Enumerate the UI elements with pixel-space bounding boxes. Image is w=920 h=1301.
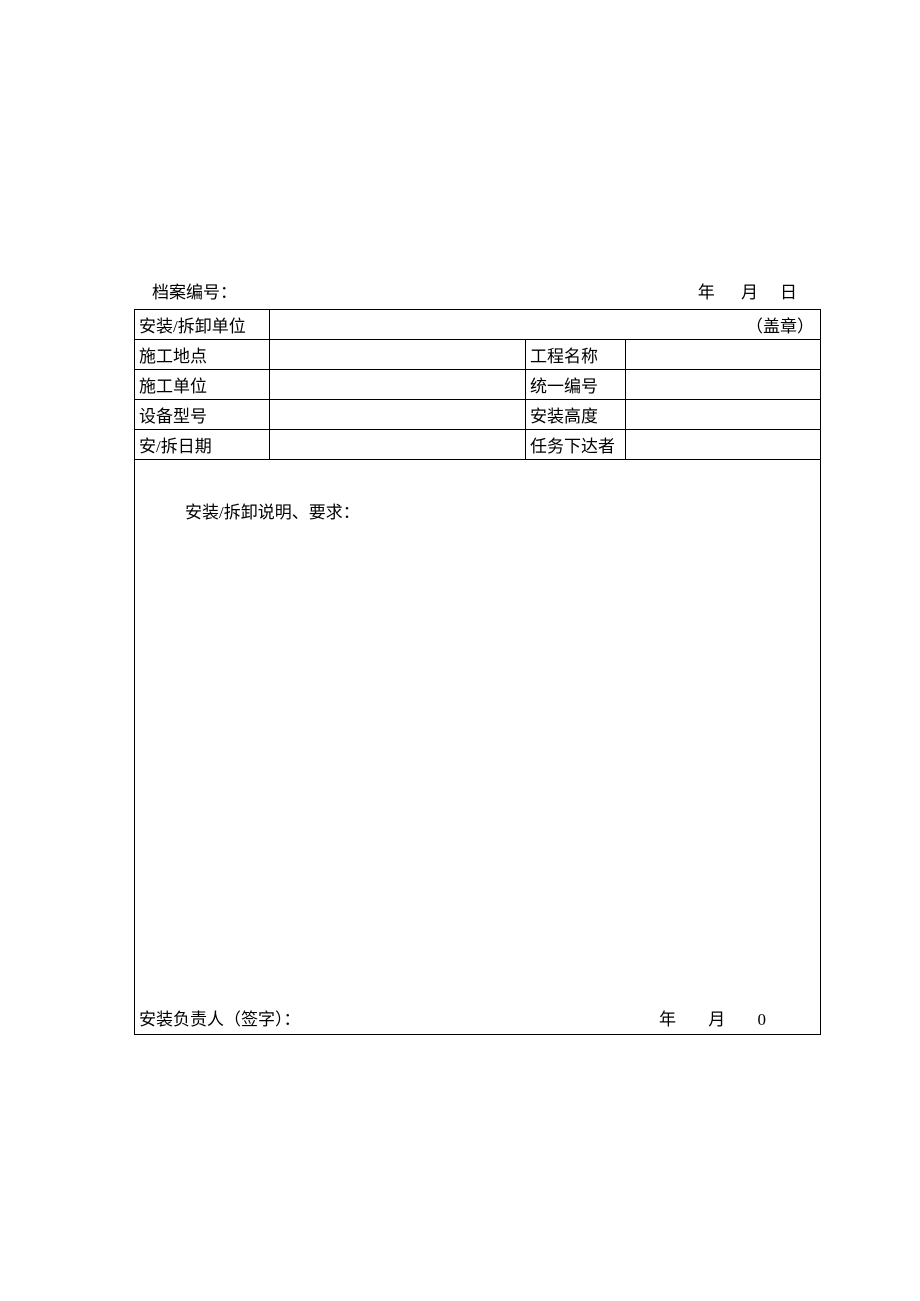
info-table: 安装/拆卸单位 （盖章） 施工地点 工程名称 施工单位 统一编号 设备型号 安装… (134, 309, 821, 460)
table-row: 安装/拆卸单位 （盖章） (135, 310, 821, 340)
header-month-day: 月日 (741, 283, 819, 302)
description-box[interactable]: 安装/拆卸说明、要求： 安装负责人（签字）： 年 月 0 (134, 460, 821, 1035)
file-no-label: 档案编号： (152, 278, 237, 303)
unified-no-value[interactable] (626, 370, 821, 400)
date-value[interactable] (270, 430, 526, 460)
site-value[interactable] (270, 340, 526, 370)
model-label: 设备型号 (135, 400, 270, 430)
table-row: 设备型号 安装高度 (135, 400, 821, 430)
task-issuer-value[interactable] (626, 430, 821, 460)
footer-row: 安装负责人（签字）： 年 月 0 (135, 1005, 820, 1030)
construction-unit-label: 施工单位 (135, 370, 270, 400)
unified-no-label: 统一编号 (526, 370, 626, 400)
header-date: 年 月日 (698, 278, 819, 303)
table-row: 安/拆日期 任务下达者 (135, 430, 821, 460)
table-row: 施工地点 工程名称 (135, 340, 821, 370)
height-value[interactable] (626, 400, 821, 430)
height-label: 安装高度 (526, 400, 626, 430)
seal-cell[interactable]: （盖章） (270, 310, 821, 340)
project-value[interactable] (626, 340, 821, 370)
project-label: 工程名称 (526, 340, 626, 370)
description-title: 安装/拆卸说明、要求： (185, 498, 360, 523)
date-label: 安/拆日期 (135, 430, 270, 460)
form-page: 档案编号： 年 月日 安装/拆卸单位 （盖章） 施工地点 工程名称 施工单位 统… (134, 278, 821, 1035)
footer-year-label: 年 (659, 1005, 676, 1030)
construction-unit-value[interactable] (270, 370, 526, 400)
header-year-label: 年 (698, 283, 715, 302)
unit-label: 安装/拆卸单位 (135, 310, 270, 340)
header-row: 档案编号： 年 月日 (134, 278, 821, 303)
footer-sign-label: 安装负责人（签字）： (139, 1005, 301, 1030)
task-issuer-label: 任务下达者 (526, 430, 626, 460)
footer-month-label: 月 (708, 1005, 725, 1030)
site-label: 施工地点 (135, 340, 270, 370)
footer-zero: 0 (758, 1010, 767, 1030)
footer-date: 年 月 0 (659, 1005, 816, 1030)
model-value[interactable] (270, 400, 526, 430)
table-row: 施工单位 统一编号 (135, 370, 821, 400)
